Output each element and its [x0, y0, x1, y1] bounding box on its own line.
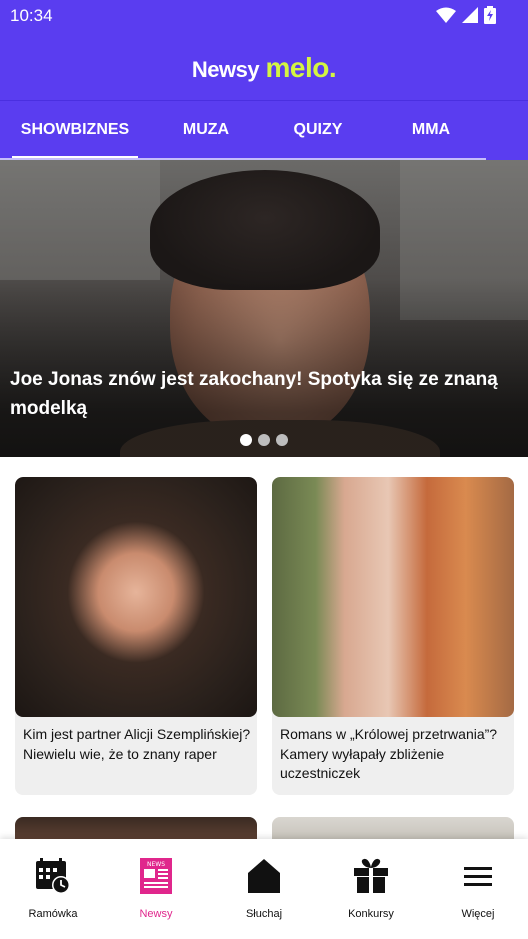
svg-text:NEWS: NEWS	[147, 861, 165, 868]
status-time: 10:34	[10, 6, 53, 25]
logo-melo: melo.	[265, 52, 337, 83]
nav-label: Więcej	[461, 908, 495, 920]
carousel-dot[interactable]	[276, 434, 288, 446]
nav-label: Ramówka	[28, 908, 78, 920]
news-card[interactable]: Kim jest partner Alicji Szemplińskiej? N…	[15, 477, 257, 795]
news-card-title: Kim jest partner Alicji Szemplińskiej? N…	[23, 726, 251, 762]
signal-icon	[462, 7, 478, 23]
battery-icon	[484, 6, 496, 24]
news-card[interactable]: Romans w „Królowej przetrwania”? Kamery …	[272, 477, 514, 795]
carousel-indicator	[240, 434, 288, 446]
nav-label: Newsy	[139, 908, 173, 920]
nav-label: Słuchaj	[245, 908, 283, 920]
gift-icon	[354, 858, 388, 893]
news-card-image	[15, 477, 257, 717]
logo-newsy: Newsy	[191, 57, 260, 82]
tab-showbiznes[interactable]: SHOWBIZNES	[12, 101, 138, 159]
nav-label: Konkursy	[348, 908, 394, 920]
hero-title[interactable]: Joe Jonas znów jest zakochany! Spotyka s…	[10, 365, 520, 423]
status-icons	[436, 6, 496, 24]
nav-ramowka[interactable]: Ramówka	[0, 839, 106, 939]
news-card-title: Romans w „Królowej przetrwania”? Kamery …	[280, 726, 498, 781]
tab-muza[interactable]: MUZA	[160, 101, 252, 159]
news-icon: NEWS	[140, 858, 172, 894]
bottom-navigation: Ramówka NEWS Newsy Słuchaj Konkursy Więc…	[0, 839, 528, 939]
home-icon	[248, 859, 280, 893]
nav-newsy[interactable]: NEWS Newsy	[103, 839, 209, 939]
nav-konkursy[interactable]: Konkursy	[318, 839, 424, 939]
nav-sluchaj[interactable]: Słuchaj	[211, 839, 317, 939]
status-bar: 10:34	[0, 0, 528, 32]
news-grid: Kim jest partner Alicji Szemplińskiej? N…	[0, 457, 528, 857]
app-header: Newsy melo.	[0, 32, 528, 100]
carousel-dot[interactable]	[258, 434, 270, 446]
tab-mma[interactable]: MMA	[386, 101, 476, 159]
news-card-image	[272, 477, 514, 717]
app-logo: Newsy melo.	[0, 52, 528, 84]
tab-quizy[interactable]: QUIZY	[272, 101, 364, 159]
hero-carousel[interactable]: Joe Jonas znów jest zakochany! Spotyka s…	[0, 160, 528, 457]
carousel-dot[interactable]	[240, 434, 252, 446]
schedule-calendar-icon	[36, 858, 70, 894]
menu-icon	[464, 867, 492, 886]
wifi-icon	[436, 7, 456, 23]
category-tabs: SHOWBIZNES MUZA QUIZY MMA	[0, 100, 528, 160]
nav-wiecej[interactable]: Więcej	[425, 839, 528, 939]
